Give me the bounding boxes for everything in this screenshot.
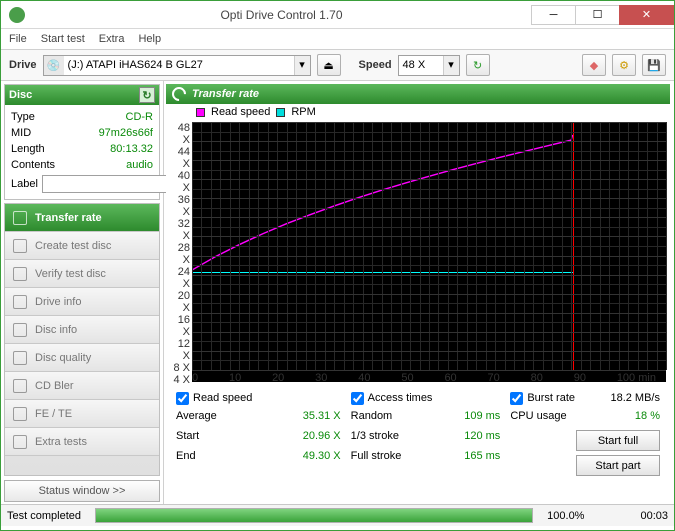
menu-start-test[interactable]: Start test <box>41 33 85 45</box>
fete-icon <box>13 407 27 421</box>
app-icon <box>9 7 25 23</box>
toolbar: Drive 💿 (J:) ATAPI iHAS624 B GL27 ▾ ⏏ Sp… <box>1 49 674 81</box>
menu-bar: File Start test Extra Help <box>1 29 674 49</box>
end-label: End <box>176 450 196 466</box>
drive-label: Drive <box>9 59 37 71</box>
quality-icon <box>13 351 27 365</box>
nav-drive-info[interactable]: Drive info <box>5 288 159 316</box>
burst-value: 18.2 MB/s <box>610 392 660 404</box>
status-message: Test completed <box>7 510 81 522</box>
stats-panel: Read speed Average35.31 X Start20.96 X E… <box>166 384 670 480</box>
full-stroke-value: 165 ms <box>464 450 500 466</box>
speed-label: Speed <box>359 59 392 71</box>
disc-length-label: Length <box>11 143 45 155</box>
start-label: Start <box>176 430 199 446</box>
random-label: Random <box>351 410 393 426</box>
burst-rate-checkbox[interactable] <box>510 392 523 405</box>
minimize-button[interactable]: ─ <box>531 5 576 25</box>
disc-panel: Disc ↻ Type CD-R MID 97m26s66f Length 80:13… <box>4 84 160 200</box>
disc-length-value: 80:13.32 <box>110 143 153 155</box>
eject-button[interactable]: ⏏ <box>317 54 341 76</box>
full-stroke-label: Full stroke <box>351 450 402 466</box>
avg-value: 35.31 X <box>303 410 341 426</box>
nav-disc-quality[interactable]: Disc quality <box>5 344 159 372</box>
nav-fe-te[interactable]: FE / TE <box>5 400 159 428</box>
cpu-label: CPU usage <box>510 410 566 426</box>
transfer-rate-chart: 48 X44 X40 X36 X32 X28 X24 X20 X16 X12 X… <box>192 122 666 382</box>
avg-label: Average <box>176 410 217 426</box>
status-bar: Test completed 100.0% 00:03 <box>1 504 674 526</box>
third-stroke-value: 120 ms <box>464 430 500 446</box>
menu-extra[interactable]: Extra <box>99 33 125 45</box>
disc-type-label: Type <box>11 111 35 123</box>
random-value: 109 ms <box>464 410 500 426</box>
access-times-checkbox[interactable] <box>351 392 364 405</box>
third-stroke-label: 1/3 stroke <box>351 430 399 446</box>
chevron-down-icon: ▾ <box>294 56 310 75</box>
menu-help[interactable]: Help <box>138 33 161 45</box>
status-window-button[interactable]: Status window >> <box>4 480 160 502</box>
nav-cd-bler[interactable]: CD Bler <box>5 372 159 400</box>
progress-bar <box>95 508 533 523</box>
cpu-value: 18 % <box>635 410 660 426</box>
bler-icon <box>13 379 27 393</box>
chevron-down-icon: ▾ <box>443 56 459 75</box>
drive-icon: 💿 <box>44 56 64 75</box>
transfer-rate-icon <box>169 84 189 104</box>
elapsed-time: 00:03 <box>640 510 668 522</box>
legend-read-label: Read speed <box>211 106 270 118</box>
nav-verify-test-disc[interactable]: Verify test disc <box>5 260 159 288</box>
read-speed-checkbox[interactable] <box>176 392 189 405</box>
x-axis-labels: 0102030405060708090100 min <box>192 372 666 384</box>
chart-legend: Read speed RPM <box>166 104 670 120</box>
verify-icon <box>13 267 27 281</box>
nav-transfer-rate[interactable]: Transfer rate <box>5 204 159 232</box>
save-button[interactable]: 💾 <box>642 54 666 76</box>
create-icon <box>13 239 27 253</box>
refresh-disc-button[interactable]: ↻ <box>139 87 155 103</box>
maximize-button[interactable]: ☐ <box>575 5 620 25</box>
nav-list: Transfer rate Create test disc Verify te… <box>4 203 160 476</box>
start-value: 20.96 X <box>303 430 341 446</box>
title-bar: Opti Drive Control 1.70 ─ ☐ ✕ <box>1 1 674 29</box>
nav-create-test-disc[interactable]: Create test disc <box>5 232 159 260</box>
disc-mid-label: MID <box>11 127 31 139</box>
start-full-button[interactable]: Start full <box>576 430 660 451</box>
disc-label-label: Label <box>11 178 38 190</box>
drive-info-icon <box>13 295 27 309</box>
disc-info-icon <box>13 323 27 337</box>
legend-rpm-swatch <box>276 108 285 117</box>
disc-contents-value: audio <box>126 159 153 171</box>
progress-percent: 100.0% <box>547 510 584 522</box>
nav-disc-info[interactable]: Disc info <box>5 316 159 344</box>
window-title: Opti Drive Control 1.70 <box>31 8 532 22</box>
settings-button[interactable]: ⚙ <box>612 54 636 76</box>
disc-header: Disc <box>9 89 32 101</box>
erase-button[interactable]: ◆ <box>582 54 606 76</box>
transfer-icon <box>13 211 27 225</box>
chart-header: Transfer rate <box>166 84 670 104</box>
legend-read-swatch <box>196 108 205 117</box>
y-axis-labels: 48 X44 X40 X36 X32 X28 X24 X20 X16 X12 X… <box>170 122 190 370</box>
disc-contents-label: Contents <box>11 159 55 171</box>
disc-type-value: CD-R <box>126 111 154 123</box>
refresh-speed-button[interactable]: ↻ <box>466 54 490 76</box>
close-button[interactable]: ✕ <box>619 5 674 25</box>
legend-rpm-label: RPM <box>291 106 315 118</box>
end-value: 49.30 X <box>303 450 341 466</box>
speed-select[interactable]: 48 X ▾ <box>398 55 460 76</box>
drive-select[interactable]: 💿 (J:) ATAPI iHAS624 B GL27 ▾ <box>43 55 311 76</box>
disc-mid-value: 97m26s66f <box>99 127 153 139</box>
extra-icon <box>13 435 27 449</box>
menu-file[interactable]: File <box>9 33 27 45</box>
start-part-button[interactable]: Start part <box>576 455 660 476</box>
nav-extra-tests[interactable]: Extra tests <box>5 428 159 456</box>
